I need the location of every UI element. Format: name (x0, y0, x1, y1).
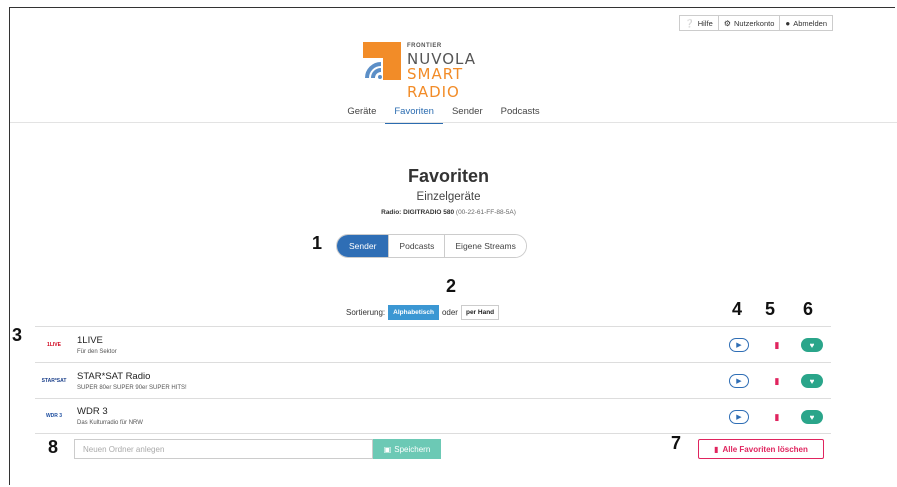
sort-alphabetical-button[interactable]: Alphabetisch (388, 305, 439, 320)
logo-frontier-text: FRONTIER (407, 43, 442, 49)
logo-mark-icon (363, 42, 401, 80)
delete-button[interactable]: ▮ (771, 376, 783, 387)
table-row: WDR 3 WDR 3 Das Kulturradio für NRW ▶ ▮ … (35, 398, 831, 434)
station-logo-1live: 1LIVE (47, 341, 61, 348)
help-label: Hilfe (697, 18, 713, 28)
account-label: Nutzerkonto (733, 18, 775, 28)
sort-manual-button[interactable]: per Hand (460, 305, 500, 320)
delete-all-favorites-button[interactable]: ▮ Alle Favoriten löschen (698, 439, 824, 459)
delete-button[interactable]: ▮ (771, 412, 783, 423)
play-button[interactable]: ▶ (729, 410, 749, 424)
favorite-button[interactable]: ♥ (801, 410, 823, 424)
annotation-2: 2 (446, 276, 457, 296)
sort-label: Sortierung: (346, 308, 386, 317)
table-row: 1LIVE 1LIVE Für den Sektor ▶ ▮ ♥ (35, 326, 831, 362)
heart-icon: ♥ (809, 412, 815, 422)
help-button[interactable]: ❔ Hilfe (678, 15, 719, 31)
radio-info: Radio: DIGITRADIO 580 (00-22-61-FF-88-5A… (0, 209, 897, 216)
nav-divider (10, 122, 897, 123)
save-label: Speichern (394, 444, 431, 454)
page-subtitle: Einzelgeräte (416, 191, 481, 203)
new-folder-input[interactable] (74, 439, 373, 459)
save-folder-button[interactable]: ▣ Speichern (373, 439, 441, 459)
table-row: STAR*SAT STAR*SAT Radio SUPER 80er SUPER… (35, 362, 831, 398)
segment-podcasts[interactable]: Podcasts (389, 235, 446, 257)
favorite-button[interactable]: ♥ (801, 374, 823, 388)
trash-icon: ▮ (774, 411, 780, 422)
station-logo-wdr3: WDR 3 (45, 413, 63, 419)
top-bar: ❔ Hilfe ⚙ Nutzerkonto ● Abmelden (678, 15, 833, 31)
play-button[interactable]: ▶ (729, 338, 749, 352)
station-list: 1LIVE 1LIVE Für den Sektor ▶ ▮ ♥ STAR*SA… (35, 326, 831, 434)
station-description: Das Kulturradio für NRW (77, 420, 143, 426)
user-icon: ● (785, 18, 791, 28)
gear-icon: ⚙ (723, 18, 731, 28)
radio-mac: (00-22-61-FF-88-5A) (455, 209, 516, 216)
nuvola-logo[interactable]: FRONTIER NUVOLA SMART RADIO (363, 42, 508, 101)
station-name: WDR 3 (77, 406, 108, 417)
delete-all-label: Alle Favoriten löschen (722, 444, 808, 454)
play-button[interactable]: ▶ (729, 374, 749, 388)
annotation-8: 8 (48, 437, 59, 457)
station-description: Für den Sektor (77, 348, 117, 355)
trash-icon: ▮ (774, 375, 780, 386)
delete-button[interactable]: ▮ (771, 340, 783, 351)
play-icon: ▶ (736, 378, 742, 385)
logout-label: Abmelden (793, 18, 827, 28)
play-icon: ▶ (736, 414, 742, 421)
sort-control: Sortierung: Alphabetisch oder per Hand (346, 305, 500, 320)
logout-button[interactable]: ● Abmelden (779, 15, 833, 31)
annotation-7: 7 (671, 433, 682, 453)
page-title: Favoriten (407, 166, 490, 186)
heart-icon: ♥ (809, 376, 815, 386)
trash-icon: ▮ (714, 444, 719, 454)
station-logo-starsat: STAR*SAT (41, 377, 67, 384)
question-icon: ❔ (684, 18, 695, 28)
heart-icon: ♥ (809, 340, 815, 350)
station-name: STAR*SAT Radio (77, 370, 151, 382)
logo-smart-radio-text: SMART RADIO (407, 65, 464, 101)
new-folder-form: ▣ Speichern (74, 439, 441, 459)
segment-sender[interactable]: Sender (337, 235, 390, 257)
station-description: SUPER 80er SUPER 90er SUPER HITS! (77, 384, 187, 391)
annotation-1: 1 (312, 233, 323, 253)
save-icon: ▣ (383, 444, 392, 454)
annotation-3: 3 (12, 325, 23, 345)
station-name: 1LIVE (77, 334, 103, 346)
annotation-5: 5 (765, 299, 776, 319)
play-icon: ▶ (736, 342, 742, 349)
favorite-button[interactable]: ♥ (801, 338, 823, 352)
trash-icon: ▮ (774, 339, 780, 350)
sort-or-label: oder (441, 308, 458, 317)
segment-eigene-streams[interactable]: Eigene Streams (445, 235, 526, 257)
annotation-6: 6 (803, 299, 814, 319)
radio-name: Radio: DIGITRADIO 580 (381, 209, 455, 216)
favorites-type-toggle: Sender Podcasts Eigene Streams (336, 234, 527, 258)
annotation-4: 4 (732, 299, 743, 319)
account-button[interactable]: ⚙ Nutzerkonto (717, 15, 781, 31)
